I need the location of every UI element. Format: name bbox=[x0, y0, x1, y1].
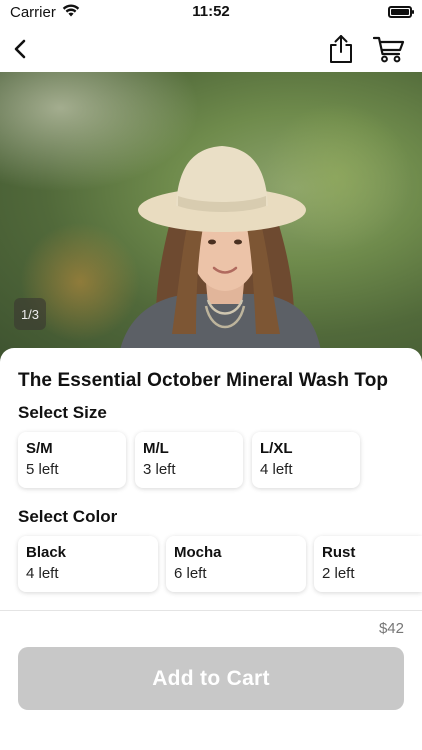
size-option-name: S/M bbox=[26, 440, 53, 457]
product-details-sheet: The Essential October Mineral Wash Top S… bbox=[0, 348, 422, 610]
image-page-indicator: 1/3 bbox=[14, 298, 46, 330]
product-price: $42 bbox=[378, 620, 404, 637]
size-option-name: M/L bbox=[143, 440, 169, 457]
size-option-sm[interactable]: S/M 5 left bbox=[18, 432, 126, 488]
color-option-black[interactable]: Black 4 left bbox=[18, 536, 158, 592]
back-button[interactable] bbox=[2, 30, 40, 68]
product-title: The Essential October Mineral Wash Top bbox=[18, 370, 389, 391]
purchase-bar: $42 Add to Cart bbox=[0, 610, 422, 750]
size-option-stock: 3 left bbox=[143, 461, 176, 478]
cart-icon bbox=[373, 36, 405, 63]
product-model-photo bbox=[118, 146, 322, 362]
color-option-name: Rust bbox=[322, 544, 356, 561]
chevron-left-icon bbox=[14, 39, 26, 59]
select-color-label: Select Color bbox=[18, 507, 118, 526]
color-option-rust[interactable]: Rust 2 left bbox=[314, 536, 422, 592]
color-option-name: Black bbox=[26, 544, 67, 561]
select-size-label: Select Size bbox=[18, 403, 107, 422]
size-option-lxl[interactable]: L/XL 4 left bbox=[252, 432, 360, 488]
share-button[interactable] bbox=[322, 30, 360, 68]
color-option-stock: 4 left bbox=[26, 565, 59, 582]
product-image-carousel[interactable]: 1/3 bbox=[0, 72, 422, 362]
size-option-stock: 5 left bbox=[26, 461, 59, 478]
color-option-stock: 2 left bbox=[322, 565, 355, 582]
color-option-name: Mocha bbox=[174, 544, 222, 561]
add-to-cart-button[interactable]: Add to Cart bbox=[18, 647, 404, 710]
size-option-stock: 4 left bbox=[260, 461, 293, 478]
cart-button[interactable] bbox=[370, 30, 408, 68]
color-option-stock: 6 left bbox=[174, 565, 207, 582]
share-icon bbox=[330, 35, 352, 63]
nav-bar bbox=[0, 24, 422, 72]
color-option-mocha[interactable]: Mocha 6 left bbox=[166, 536, 306, 592]
status-time: 11:52 bbox=[192, 3, 230, 20]
size-option-ml[interactable]: M/L 3 left bbox=[135, 432, 243, 488]
size-option-name: L/XL bbox=[260, 440, 293, 457]
